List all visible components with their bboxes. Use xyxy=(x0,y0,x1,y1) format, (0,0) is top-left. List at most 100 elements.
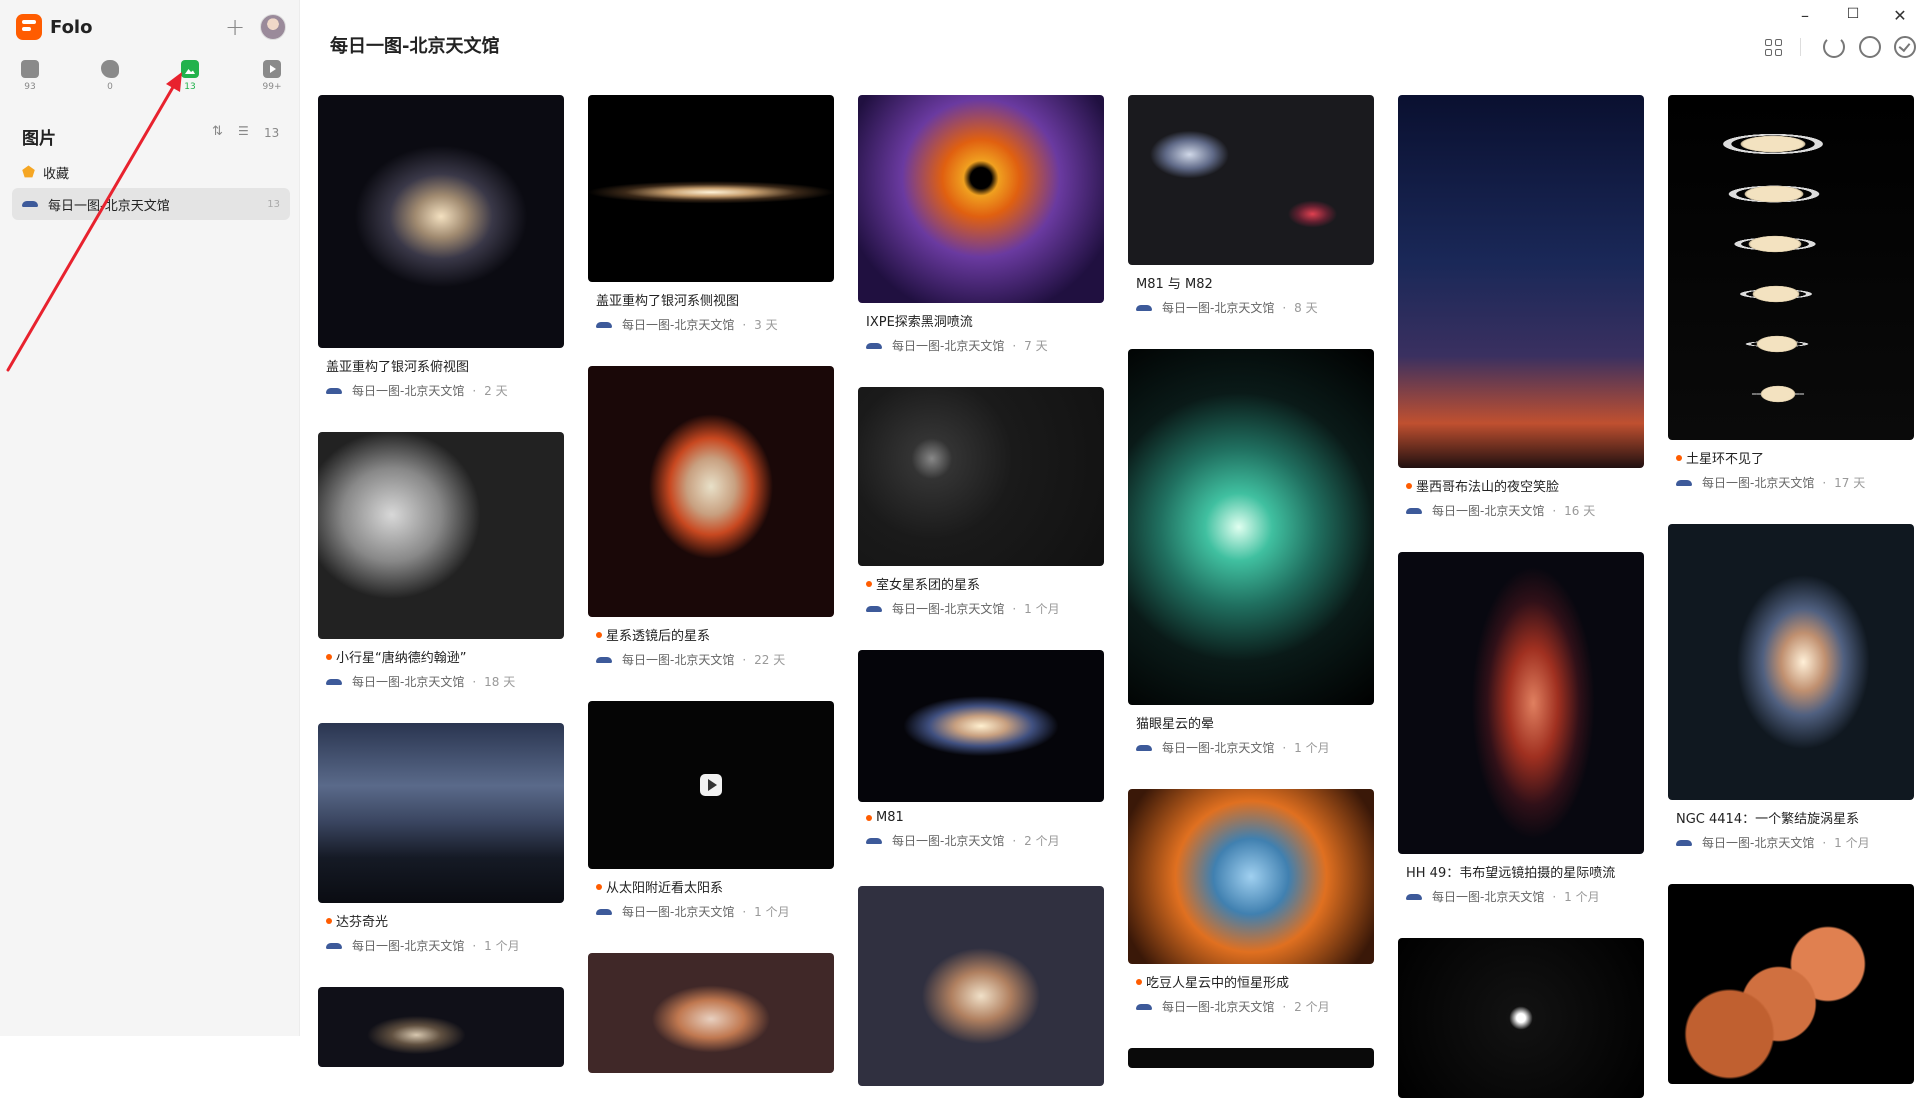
card-title-text: 小行星“唐纳德约翰逊” xyxy=(336,651,467,666)
image-card[interactable] xyxy=(858,886,1104,1086)
card-title: 室女星系团的星系 xyxy=(858,574,1104,593)
section-title: 图片 xyxy=(22,129,56,149)
image-card[interactable] xyxy=(318,987,564,1067)
image-card[interactable]: IXPE探索黑洞喷流 每日一图-北京天文馆 · 7 天 xyxy=(858,95,1104,354)
view-articles[interactable]: 93 xyxy=(8,58,52,102)
image-card[interactable]: 小行星“唐纳德约翰逊” 每日一图-北京天文馆 · 18 天 xyxy=(318,432,564,690)
image-card[interactable]: 盖亚重构了银河系侧视图 每日一图-北京天文馆 · 3 天 xyxy=(588,95,834,333)
image-card[interactable]: HH 49：韦布望远镜拍摄的星际喷流 每日一图-北京天文馆 · 1 个月 xyxy=(1398,552,1644,905)
card-title-text: 墨西哥布法山的夜空笑脸 xyxy=(1416,480,1560,495)
card-title: 盖亚重构了银河系俯视图 xyxy=(318,356,564,375)
add-feed-button[interactable]: + xyxy=(222,13,248,41)
unread-filter-icon[interactable] xyxy=(1859,36,1881,58)
image-card[interactable]: M81 每日一图-北京天文馆 · 2 个月 xyxy=(858,650,1104,849)
toolbar-divider xyxy=(1800,38,1801,56)
image-card[interactable]: 猫眼星云的晕 每日一图-北京天文馆 · 1 个月 xyxy=(1128,349,1374,756)
unread-dot xyxy=(326,917,332,924)
user-avatar[interactable] xyxy=(260,14,286,40)
card-image[interactable] xyxy=(1668,95,1914,440)
image-card[interactable] xyxy=(1668,884,1914,1084)
view-pictures[interactable]: 13 xyxy=(168,58,212,102)
mark-all-read-icon[interactable] xyxy=(1894,36,1916,58)
card-meta: 每日一图-北京天文馆 · 2 个月 xyxy=(1128,998,1374,1015)
favorites-item[interactable]: ⬟ 收藏 xyxy=(14,158,290,186)
card-image[interactable] xyxy=(318,723,564,903)
view-social[interactable]: 0 xyxy=(88,58,132,102)
card-image[interactable] xyxy=(588,366,834,617)
card-image[interactable] xyxy=(588,701,834,869)
card-image[interactable] xyxy=(318,95,564,348)
refresh-icon[interactable] xyxy=(1823,36,1845,58)
card-meta: 每日一图-北京天文馆 · 1 个月 xyxy=(318,937,564,954)
feed-icon xyxy=(326,677,344,687)
image-card[interactable]: 盖亚重构了银河系俯视图 每日一图-北京天文馆 · 2 天 xyxy=(318,95,564,399)
card-meta: 每日一图-北京天文馆 · 1 个月 xyxy=(588,903,834,920)
image-card[interactable]: NGC 4414：一个繁结旋涡星系 每日一图-北京天文馆 · 1 个月 xyxy=(1668,524,1914,851)
card-meta: 每日一图-北京天文馆 · 2 天 xyxy=(318,382,564,399)
feed-icon xyxy=(596,907,614,917)
image-card[interactable]: 室女星系团的星系 每日一图-北京天文馆 · 1 个月 xyxy=(858,387,1104,617)
card-title-text: HH 49：韦布望远镜拍摄的星际喷流 xyxy=(1406,866,1616,881)
twitter-icon xyxy=(101,60,119,78)
picture-icon xyxy=(181,60,199,78)
folo-logo-icon xyxy=(16,14,42,40)
image-card[interactable] xyxy=(588,953,834,1073)
meta-separator: · xyxy=(742,317,747,332)
card-image[interactable] xyxy=(1398,95,1644,468)
card-image[interactable] xyxy=(858,387,1104,566)
section-controls: 13 xyxy=(212,124,279,140)
card-image[interactable] xyxy=(588,953,834,1073)
close-icon[interactable]: ✕ xyxy=(1885,6,1915,25)
image-card[interactable]: M81 与 M82 每日一图-北京天文馆 · 8 天 xyxy=(1128,95,1374,316)
list-layout-icon[interactable] xyxy=(238,124,252,140)
image-card[interactable]: 墨西哥布法山的夜空笑脸 每日一图-北京天文馆 · 16 天 xyxy=(1398,95,1644,519)
card-image[interactable] xyxy=(1128,349,1374,705)
card-image[interactable] xyxy=(858,95,1104,303)
card-title-text: 盖亚重构了银河系侧视图 xyxy=(596,294,740,309)
meta-separator: · xyxy=(742,652,747,667)
card-source: 每日一图-北京天文馆 xyxy=(1162,741,1275,755)
feed-icon xyxy=(1406,506,1424,516)
unread-dot xyxy=(1676,454,1682,461)
image-card[interactable]: 达芬奇光 每日一图-北京天文馆 · 1 个月 xyxy=(318,723,564,954)
card-image[interactable] xyxy=(1668,884,1914,1084)
card-meta: 每日一图-北京天文馆 · 3 天 xyxy=(588,316,834,333)
meta-separator: · xyxy=(472,938,477,953)
view-switcher: 93 0 13 99+ xyxy=(0,58,300,102)
card-time-ago: 3 天 xyxy=(754,318,778,332)
image-card[interactable]: 土星环不见了 每日一图-北京天文馆 · 17 天 xyxy=(1668,95,1914,491)
sort-icon[interactable] xyxy=(212,124,226,140)
image-card[interactable]: 吃豆人星云中的恒星形成 每日一图-北京天文馆 · 2 个月 xyxy=(1128,789,1374,1015)
card-image[interactable] xyxy=(1128,789,1374,964)
card-meta: 每日一图-北京天文馆 · 1 个月 xyxy=(1668,834,1914,851)
card-image[interactable] xyxy=(318,432,564,639)
card-image[interactable] xyxy=(1668,524,1914,800)
card-image[interactable] xyxy=(1128,95,1374,265)
unread-dot xyxy=(866,814,872,821)
card-image[interactable] xyxy=(858,886,1104,1086)
card-title: 土星环不见了 xyxy=(1668,448,1914,467)
view-videos[interactable]: 99+ xyxy=(250,58,294,102)
card-source: 每日一图-北京天文馆 xyxy=(1432,504,1545,518)
feed-icon xyxy=(326,386,344,396)
card-image[interactable] xyxy=(588,95,834,282)
image-card[interactable]: 从太阳附近看太阳系 每日一图-北京天文馆 · 1 个月 xyxy=(588,701,834,920)
minimize-icon[interactable]: – xyxy=(1790,6,1820,25)
card-image[interactable] xyxy=(318,987,564,1067)
image-card[interactable] xyxy=(1398,938,1644,1098)
image-card[interactable]: 星系透镜后的星系 每日一图-北京天文馆 · 22 天 xyxy=(588,366,834,668)
card-source: 每日一图-北京天文馆 xyxy=(352,939,465,953)
sidebar-feed-item[interactable]: 每日一图-北京天文馆 13 xyxy=(12,188,290,220)
layout-grid-icon[interactable] xyxy=(1762,36,1784,58)
image-card[interactable] xyxy=(1128,1048,1374,1068)
maximize-icon[interactable]: ☐ xyxy=(1838,6,1868,22)
card-image[interactable] xyxy=(1128,1048,1374,1068)
feed-icon xyxy=(866,341,884,351)
unread-dot xyxy=(1406,482,1412,489)
card-image[interactable] xyxy=(1398,938,1644,1098)
favorites-label: 收藏 xyxy=(43,166,70,182)
card-image[interactable] xyxy=(1398,552,1644,854)
play-icon[interactable] xyxy=(700,774,722,796)
card-image[interactable] xyxy=(858,650,1104,802)
page-title: 每日一图-北京天文馆 xyxy=(330,36,500,57)
